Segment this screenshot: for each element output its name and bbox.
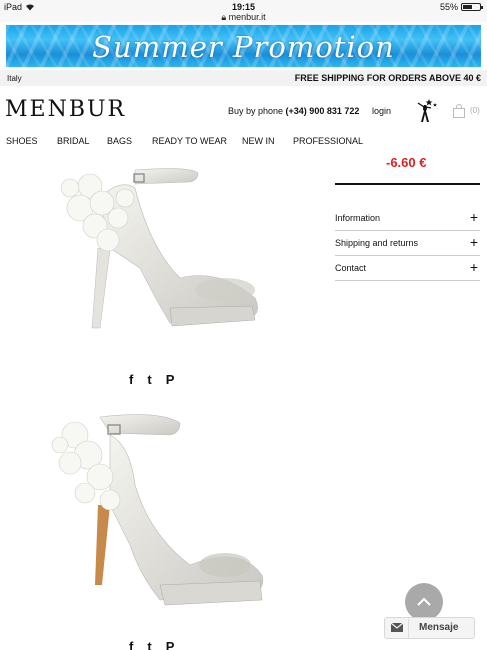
menbur-logo[interactable]: MENBUR — [5, 97, 126, 122]
star-figure-icon[interactable] — [412, 97, 438, 123]
accordion-label: Shipping and returns — [335, 238, 419, 248]
battery-icon — [461, 3, 483, 11]
info-bar: Italy FREE SHIPPING FOR ORDERS ABOVE 40 … — [0, 70, 487, 86]
buy-by-phone: Buy by phone (+34) 900 831 722 — [228, 106, 359, 116]
nav-item-new-in[interactable]: NEW IN — [242, 136, 275, 146]
address-bar[interactable]: 🔒︎ menbur.it — [0, 12, 487, 23]
product-image-shoe-side[interactable] — [40, 158, 265, 343]
plus-icon: + — [469, 209, 478, 225]
accordion-label: Contact — [335, 263, 367, 273]
mail-icon — [385, 618, 409, 638]
price-divider — [335, 183, 480, 185]
share-bar-2: f t P — [129, 639, 174, 650]
plus-icon: + — [469, 259, 478, 275]
pinterest-icon[interactable]: P — [166, 639, 175, 650]
status-bar: iPad 19:15 🔒︎ menbur.it 55% — [0, 0, 487, 22]
nav-item-ready-to-wear[interactable]: READY TO WEAR — [152, 136, 227, 146]
share-bar-1: f t P — [129, 372, 174, 387]
nav-item-bridal[interactable]: BRIDAL — [57, 136, 90, 146]
product-price: -6.60 € — [386, 155, 427, 170]
facebook-icon[interactable]: f — [129, 372, 133, 387]
twitter-icon[interactable]: t — [147, 639, 151, 650]
clock: 19:15 — [231, 2, 256, 12]
summer-promotion-banner[interactable]: Summer Promotion — [6, 25, 481, 67]
country-selector[interactable]: Italy — [7, 74, 22, 83]
chevron-up-icon — [417, 597, 431, 606]
chat-message-button[interactable]: Mensaje — [384, 617, 475, 639]
phone-label: Buy by phone — [228, 106, 286, 116]
product-image-shoe-angle[interactable] — [40, 405, 270, 615]
phone-number[interactable]: (+34) 900 831 722 — [286, 106, 360, 116]
accordion-information[interactable]: Information + — [335, 206, 480, 231]
twitter-icon[interactable]: t — [147, 372, 151, 387]
nav-item-bags[interactable]: BAGS — [107, 136, 132, 146]
nav-item-professional[interactable]: PROFESSIONAL — [293, 136, 363, 146]
battery-percent: 55% — [439, 2, 458, 12]
accordion-label: Information — [335, 213, 381, 223]
battery-fill — [463, 5, 472, 9]
free-shipping-notice: FREE SHIPPING FOR ORDERS ABOVE 40 € — [294, 73, 481, 83]
accordion-contact[interactable]: Contact + — [335, 256, 480, 281]
facebook-icon[interactable]: f — [129, 639, 133, 650]
accordion-shipping-returns[interactable]: Shipping and returns + — [335, 231, 480, 256]
cart-count: (0) — [470, 106, 480, 115]
plus-icon: + — [469, 234, 478, 250]
nav-item-shoes[interactable]: SHOES — [6, 136, 38, 146]
login-link[interactable]: login — [372, 106, 391, 116]
shopping-bag-icon[interactable] — [452, 104, 466, 118]
pinterest-icon[interactable]: P — [166, 372, 175, 387]
lock-icon: 🔒︎ — [221, 12, 227, 22]
scroll-to-top-button[interactable] — [405, 583, 443, 621]
status-right: 55% — [439, 2, 483, 12]
url-text: menbur.it — [228, 12, 266, 22]
banner-text: Summer Promotion — [92, 30, 395, 64]
chat-label: Mensaje — [419, 622, 459, 633]
main-nav: SHOES BRIDAL BAGS READY TO WEAR NEW IN P… — [0, 131, 487, 151]
